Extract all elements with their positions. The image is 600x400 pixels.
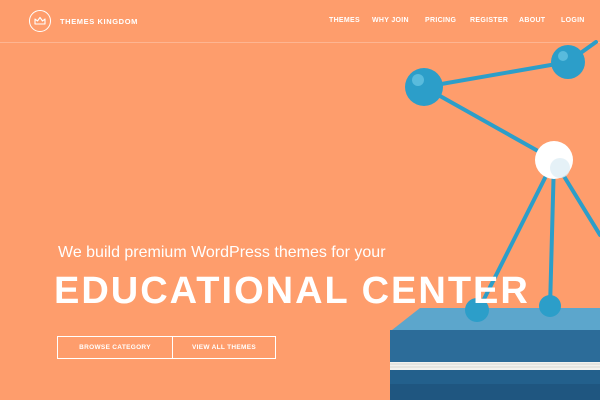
nav-item-why-join[interactable]: WHY JOIN (372, 17, 409, 24)
main-nav: THEMES WHY JOIN PRICING REGISTER ABOUT L… (0, 17, 600, 27)
browse-category-button[interactable]: BROWSE CATEGORY (58, 337, 173, 358)
hero-tagline: We build premium WordPress themes for yo… (58, 244, 386, 261)
hero-button-group: BROWSE CATEGORY VIEW ALL THEMES (57, 336, 276, 359)
view-all-themes-button[interactable]: VIEW ALL THEMES (173, 337, 275, 358)
nav-item-register[interactable]: REGISTER (470, 17, 508, 24)
book-stack-image (390, 308, 600, 400)
nav-item-about[interactable]: ABOUT (519, 17, 545, 24)
site-header: THEMES KINGDOM THEMES WHY JOIN PRICING R… (0, 0, 600, 43)
hero-headline: EDUCATIONAL CENTER (54, 270, 530, 312)
nav-item-pricing[interactable]: PRICING (425, 17, 456, 24)
hero-image-books-molecule (390, 40, 600, 400)
nav-item-themes[interactable]: THEMES (329, 17, 360, 24)
nav-item-login[interactable]: LOGIN (561, 17, 585, 24)
